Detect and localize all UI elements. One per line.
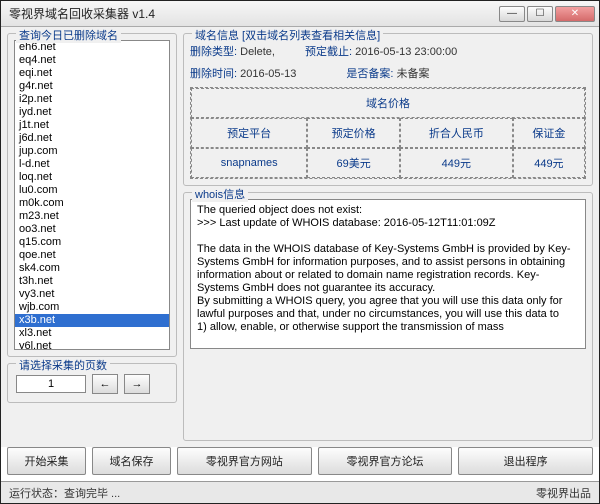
list-item[interactable]: vy3.net [15, 288, 169, 301]
save-domain-button[interactable]: 域名保存 [92, 447, 171, 475]
list-item[interactable]: wjb.com [15, 301, 169, 314]
window-title: 零视界域名回收采集器 v1.4 [5, 5, 499, 22]
price-col: 预定平台 [191, 118, 307, 148]
minimize-button[interactable]: — [499, 6, 525, 22]
list-item[interactable]: jup.com [15, 145, 169, 158]
deadline-label: 预定截止: [305, 46, 352, 58]
page-prev-button[interactable]: ← [92, 374, 118, 394]
list-item[interactable]: sk4.com [15, 262, 169, 275]
price-cell: 449元 [513, 148, 585, 178]
status-label: 运行状态： [9, 488, 64, 500]
left-column: 查询今日已删除域名 eh6.neteq4.neteqi.netg4r.neti2… [7, 33, 177, 441]
price-col: 保证金 [513, 118, 585, 148]
list-item[interactable]: t3h.net [15, 275, 169, 288]
page-group: 请选择采集的页数 ← → [7, 363, 177, 403]
price-table: 域名价格 预定平台预定价格折合人民币保证金 snapnames69美元449元4… [190, 87, 586, 179]
price-col: 折合人民币 [400, 118, 513, 148]
del-type-label: 删除类型: [190, 46, 237, 58]
list-item[interactable]: m0k.com [15, 197, 169, 210]
list-item[interactable]: oo3.net [15, 223, 169, 236]
deadline-value: 2016-05-13 23:00:00 [355, 46, 457, 58]
price-cell: 69美元 [307, 148, 400, 178]
del-time-label: 删除时间: [190, 68, 237, 80]
window-controls: — ☐ ✕ [499, 6, 595, 22]
list-item[interactable]: qoe.net [15, 249, 169, 262]
list-item[interactable]: lu0.com [15, 184, 169, 197]
domain-info-group: 域名信息 [双击域名列表查看相关信息] 删除类型: Delete, 预定截止: … [183, 33, 593, 186]
whois-group: whois信息 The queried object does not exis… [183, 192, 593, 441]
official-site-button[interactable]: 零视界官方网站 [177, 447, 312, 475]
button-row: 开始采集 域名保存 零视界官方网站 零视界官方论坛 退出程序 [1, 447, 599, 481]
list-item[interactable]: j6d.net [15, 132, 169, 145]
del-type-value: Delete, [240, 46, 275, 58]
list-item[interactable]: iyd.net [15, 106, 169, 119]
price-cell: snapnames [191, 148, 307, 178]
maximize-button[interactable]: ☐ [527, 6, 553, 22]
whois-textbox[interactable]: The queried object does not exist: >>> L… [190, 199, 586, 349]
page-legend: 请选择采集的页数 [16, 357, 110, 373]
list-item[interactable]: q15.com [15, 236, 169, 249]
list-item[interactable]: eqi.net [15, 67, 169, 80]
list-item[interactable]: l-d.net [15, 158, 169, 171]
start-collect-button[interactable]: 开始采集 [7, 447, 86, 475]
right-column: 域名信息 [双击域名列表查看相关信息] 删除类型: Delete, 预定截止: … [183, 33, 593, 441]
list-item[interactable]: j1t.net [15, 119, 169, 132]
list-item[interactable]: xl3.net [15, 327, 169, 340]
beian-label: 是否备案: [346, 68, 393, 80]
status-value: 查询完毕 ... [64, 488, 120, 500]
client-area: 查询今日已删除域名 eh6.neteq4.neteqi.netg4r.neti2… [1, 27, 599, 447]
price-cell: 449元 [400, 148, 513, 178]
list-item[interactable]: m23.net [15, 210, 169, 223]
status-bar: 运行状态：查询完毕 ... 零视界出品 [1, 481, 599, 503]
beian-value: 未备案 [397, 68, 430, 80]
price-header: 域名价格 [191, 88, 585, 118]
domain-list-group: 查询今日已删除域名 eh6.neteq4.neteqi.netg4r.neti2… [7, 33, 177, 357]
list-item[interactable]: y6l.net [15, 340, 169, 350]
page-next-button[interactable]: → [124, 374, 150, 394]
domain-listbox[interactable]: eh6.neteq4.neteqi.netg4r.neti2p.netiyd.n… [14, 40, 170, 350]
exit-button[interactable]: 退出程序 [458, 447, 593, 475]
del-time-value: 2016-05-13 [240, 68, 296, 80]
domain-info-legend: 域名信息 [双击域名列表查看相关信息] [192, 27, 383, 43]
list-item[interactable]: eq4.net [15, 54, 169, 67]
list-item[interactable]: g4r.net [15, 80, 169, 93]
titlebar: 零视界域名回收采集器 v1.4 — ☐ ✕ [1, 1, 599, 27]
list-item[interactable]: i2p.net [15, 93, 169, 106]
app-window: 零视界域名回收采集器 v1.4 — ☐ ✕ 查询今日已删除域名 eh6.nete… [0, 0, 600, 504]
status-brand: 零视界出品 [536, 485, 591, 501]
official-forum-button[interactable]: 零视界官方论坛 [318, 447, 453, 475]
whois-legend: whois信息 [192, 186, 248, 202]
list-item[interactable]: loq.net [15, 171, 169, 184]
close-button[interactable]: ✕ [555, 6, 595, 22]
list-item[interactable]: x3b.net [15, 314, 169, 327]
domain-list-legend: 查询今日已删除域名 [16, 27, 121, 43]
price-col: 预定价格 [307, 118, 400, 148]
page-input[interactable] [16, 375, 86, 393]
